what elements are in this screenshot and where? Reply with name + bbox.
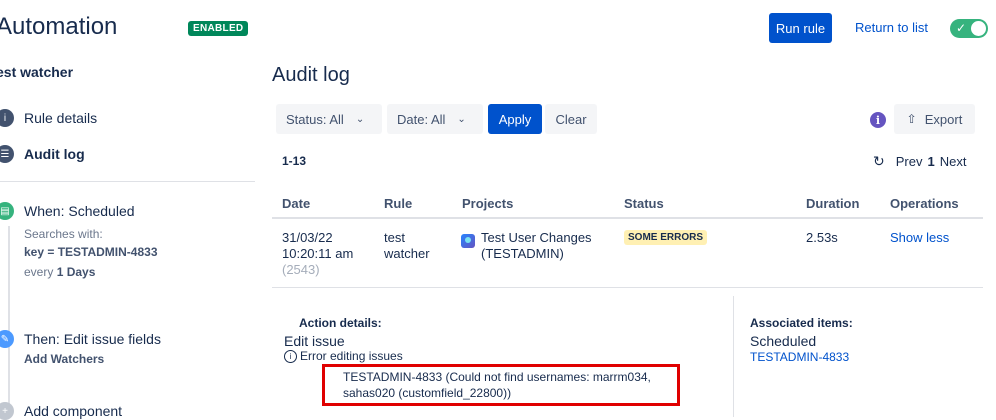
column-header-date: Date bbox=[282, 196, 311, 211]
row-rule: test watcher bbox=[384, 230, 430, 261]
associated-issue-link[interactable]: TESTADMIN-4833 bbox=[750, 349, 849, 365]
add-component-step[interactable]: + Add component bbox=[0, 402, 122, 420]
error-heading: i Error editing issues bbox=[284, 349, 403, 363]
project-avatar-icon bbox=[461, 234, 475, 248]
sidebar-item-label: Audit log bbox=[24, 146, 85, 162]
run-rule-button[interactable]: Run rule bbox=[769, 13, 832, 43]
prev-page-button[interactable]: Prev bbox=[896, 154, 923, 169]
step-detail: Add Watchers bbox=[24, 352, 105, 366]
clear-button[interactable]: Clear bbox=[545, 104, 597, 134]
share-icon: ⇧ bbox=[906, 112, 917, 126]
current-page: 1 bbox=[927, 154, 935, 169]
sidebar-item-label: Rule details bbox=[24, 110, 98, 126]
check-icon: ✓ bbox=[956, 21, 967, 35]
return-to-list-link[interactable]: Return to list bbox=[855, 20, 928, 35]
chevron-down-icon: ⌄ bbox=[355, 113, 365, 125]
apply-button[interactable]: Apply bbox=[488, 104, 542, 134]
list-icon: ☰ bbox=[0, 145, 14, 163]
app-title: Automation bbox=[0, 13, 118, 40]
pencil-icon: ✎ bbox=[0, 330, 14, 348]
export-button[interactable]: ⇧ Export bbox=[894, 104, 975, 134]
status-lozenge: SOME ERRORS bbox=[624, 230, 708, 245]
column-header-rule: Rule bbox=[384, 196, 413, 211]
column-header-operations: Operations bbox=[890, 196, 959, 211]
trigger-step[interactable]: ▤ When: Scheduled bbox=[0, 202, 135, 220]
sidebar-item-rule-details[interactable]: i Rule details bbox=[0, 109, 97, 127]
show-less-link[interactable]: Show less bbox=[890, 230, 949, 246]
row-project: Test User Changes (TESTADMIN) bbox=[481, 230, 592, 261]
associated-type: Scheduled bbox=[750, 333, 817, 349]
next-page-button[interactable]: Next bbox=[940, 154, 967, 169]
rule-name: est watcher bbox=[0, 64, 74, 80]
calendar-icon: ▤ bbox=[0, 202, 14, 220]
action-name: Edit issue bbox=[284, 333, 345, 349]
step-detail: key = TESTADMIN-4833 bbox=[24, 245, 158, 259]
error-message-box: TESTADMIN-4833 (Could not find usernames… bbox=[322, 364, 680, 406]
rule-enabled-toggle[interactable]: ✓ bbox=[950, 19, 988, 38]
info-outline-icon: i bbox=[284, 349, 297, 363]
associated-items-label: Associated items: bbox=[750, 316, 853, 330]
action-step[interactable]: ✎ Then: Edit issue fields bbox=[0, 330, 161, 348]
column-header-status: Status bbox=[624, 196, 664, 211]
refresh-icon[interactable]: ↻ bbox=[873, 153, 885, 170]
chevron-down-icon: ⌄ bbox=[457, 113, 466, 125]
action-details-label: Action details: bbox=[299, 316, 382, 330]
step-schedule: every 1 Days bbox=[24, 265, 96, 279]
column-header-projects: Projects bbox=[462, 196, 514, 211]
sidebar-item-audit-log[interactable]: ☰ Audit log bbox=[0, 145, 85, 163]
date-filter[interactable]: Date: All ⌄ bbox=[387, 104, 483, 134]
step-title: Then: Edit issue fields bbox=[24, 331, 161, 347]
table-header-divider bbox=[272, 217, 983, 219]
info-icon: i bbox=[0, 109, 14, 127]
status-badge: ENABLED bbox=[188, 21, 249, 36]
plus-icon: + bbox=[0, 402, 14, 420]
column-header-duration: Duration bbox=[806, 196, 860, 211]
pagination: ↻ Prev 1 Next bbox=[873, 153, 966, 170]
toggle-knob bbox=[971, 21, 986, 36]
step-title: When: Scheduled bbox=[24, 203, 135, 219]
status-filter[interactable]: Status: All ⌄ bbox=[276, 104, 382, 134]
details-divider bbox=[733, 296, 734, 417]
result-range: 1-13 bbox=[282, 154, 307, 168]
row-duration: 2.53s bbox=[806, 230, 838, 245]
row-date: 31/03/22 10:20:11 am (2543) bbox=[282, 230, 354, 277]
step-detail: Searches with: bbox=[24, 227, 103, 241]
flow-connector-line bbox=[8, 226, 10, 417]
info-icon[interactable]: i bbox=[870, 112, 886, 128]
sidebar-divider bbox=[0, 181, 255, 182]
page-title: Audit log bbox=[272, 64, 350, 86]
